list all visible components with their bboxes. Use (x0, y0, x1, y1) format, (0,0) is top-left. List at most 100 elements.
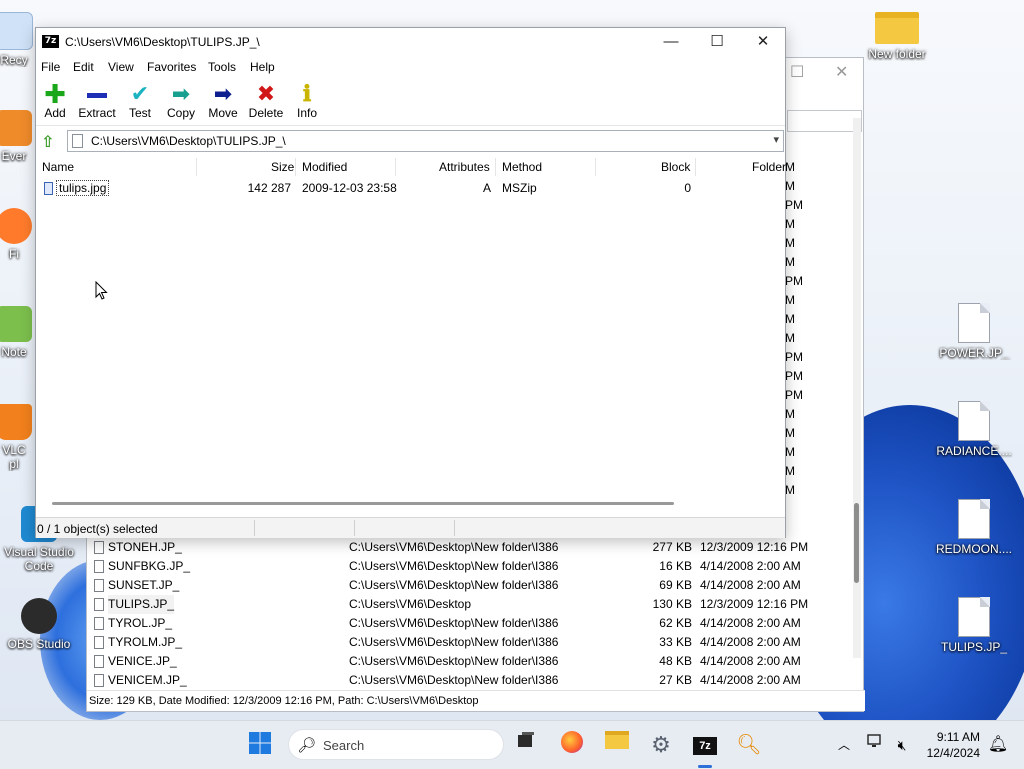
everything-icon (0, 110, 32, 146)
scrollbar-thumb[interactable] (854, 503, 859, 583)
desktop-icon-radiance[interactable]: RADIANCE.... (932, 401, 1016, 458)
col-block[interactable]: Block (661, 160, 690, 174)
address-text: C:\Users\VM6\Desktop\TULIPS.JP_\ (91, 134, 286, 148)
menu-favorites[interactable]: Favorites (147, 60, 196, 74)
volume-button[interactable]: 🔇︎ (888, 731, 916, 759)
test-button[interactable]: ✔ Test (126, 82, 154, 121)
title-bar[interactable]: 7z C:\Users\VM6\Desktop\TULIPS.JP_\ — ☐ … (36, 28, 785, 56)
chevron-down-icon[interactable]: ▾ (773, 133, 779, 146)
close-icon[interactable]: ✕ (835, 62, 848, 82)
menu-help[interactable]: Help (250, 60, 275, 74)
file-name: SUNSET.JP_ (108, 578, 180, 592)
file-path: C:\Users\VM6\Desktop\New folder\I386 (349, 616, 559, 630)
file-size: 33 KB (659, 635, 692, 649)
explorer-scrollbar[interactable] (853, 118, 861, 658)
move-button[interactable]: ➡ Move (206, 82, 240, 121)
sevenzip-icon: 7z (693, 737, 717, 755)
desktop-icon-power[interactable]: POWER.JP_ (932, 303, 1016, 360)
search-placeholder: Search (323, 738, 365, 753)
desktop-icon-redmoon[interactable]: REDMOON.... (932, 499, 1016, 556)
toolbar: ✚ Add Extract ✔ Test ➡ Copy ➡ Move ✖ Del… (36, 79, 785, 126)
col-size[interactable]: Size (271, 160, 294, 174)
file-icon (94, 655, 104, 668)
info-button[interactable]: ℹ Info (294, 82, 320, 120)
table-row[interactable]: SUNFBKG.JP_ C:\Users\VM6\Desktop\New fold… (87, 557, 847, 576)
table-row[interactable]: TYROL.JP_ C:\Users\VM6\Desktop\New folder… (87, 614, 847, 633)
folder-icon (605, 731, 629, 749)
search-app-taskbar-button[interactable]: 🔍︎ (735, 731, 763, 759)
show-hidden-icons-button[interactable]: ︿ (830, 731, 858, 759)
table-row[interactable]: VENICE.JP_ C:\Users\VM6\Desktop\New folde… (87, 652, 847, 671)
explorer-search-box[interactable] (787, 110, 862, 132)
file-explorer-taskbar-button[interactable] (603, 731, 631, 759)
extract-button[interactable]: Extract (78, 82, 116, 120)
settings-taskbar-button[interactable]: ⚙ (647, 731, 675, 759)
table-row[interactable]: VENICEM.JP_ C:\Users\VM6\Desktop\New fold… (87, 671, 847, 690)
col-modified[interactable]: Modified (302, 160, 347, 174)
firefox-taskbar-button[interactable] (558, 731, 586, 759)
col-name[interactable]: Name (42, 160, 74, 174)
close-button[interactable]: ✕ (740, 28, 786, 56)
sevenzip-taskbar-button[interactable]: 7z (691, 731, 719, 759)
maximize-button[interactable]: ☐ (694, 28, 740, 56)
file-size: 48 KB (659, 654, 692, 668)
minimize-button[interactable]: — (648, 28, 694, 56)
add-button[interactable]: ✚ Add (40, 79, 70, 120)
file-icon (94, 560, 104, 573)
network-button[interactable] (862, 731, 890, 759)
file-date: 4/14/2008 2:00 AM (700, 635, 801, 649)
menu-edit[interactable]: Edit (73, 60, 94, 74)
start-button[interactable] (246, 731, 274, 759)
address-bar: ⇧ C:\Users\VM6\Desktop\TULIPS.JP_\ ▾ (36, 129, 785, 153)
window-title: C:\Users\VM6\Desktop\TULIPS.JP_\ (65, 35, 260, 49)
network-icon (867, 734, 881, 747)
file-row[interactable]: tulips.jpg 142 287 2009-12-03 23:58 A MS… (36, 180, 785, 198)
file-icon (958, 303, 990, 343)
file-date: 4/14/2008 2:00 AM (700, 616, 801, 630)
file-size: 142 287 (247, 181, 291, 195)
task-view-button[interactable] (512, 731, 540, 759)
desktop-icon-new-folder[interactable]: New folder (855, 12, 939, 61)
desktop-icon-obs[interactable]: OBS Studio (0, 598, 81, 651)
menu-file[interactable]: File (41, 60, 60, 74)
bell-icon: 🔔︎ (987, 736, 1009, 753)
address-combo[interactable]: C:\Users\VM6\Desktop\TULIPS.JP_\ ▾ (67, 130, 784, 152)
col-attributes[interactable]: Attributes (439, 160, 490, 174)
image-file-icon (44, 182, 53, 195)
file-path: C:\Users\VM6\Desktop\New folder\I386 (349, 635, 559, 649)
maximize-icon[interactable]: ☐ (790, 62, 804, 82)
table-row[interactable]: SUNSET.JP_ C:\Users\VM6\Desktop\New folde… (87, 576, 847, 595)
file-icon (958, 499, 990, 539)
file-path: C:\Users\VM6\Desktop (349, 597, 472, 611)
desktop-icon-tulips[interactable]: TULIPS.JP_ (932, 597, 1016, 654)
horizontal-scrollbar[interactable] (52, 502, 674, 505)
copy-arrow-icon: ➡ (171, 81, 191, 106)
col-method[interactable]: Method (502, 160, 542, 174)
up-folder-icon[interactable]: ⇧ (41, 132, 54, 152)
copy-button[interactable]: ➡ Copy (165, 81, 197, 121)
sevenzip-window: 7z C:\Users\VM6\Desktop\TULIPS.JP_\ — ☐ … (35, 27, 786, 538)
info-icon: ℹ (302, 81, 312, 107)
explorer-status-bar: Size: 129 KB, Date Modified: 12/3/2009 1… (87, 690, 865, 711)
notifications-button[interactable]: 🔔︎ (984, 731, 1012, 759)
col-folders[interactable]: Folder (752, 160, 786, 174)
list-header: Name Size Modified Attributes Method Blo… (36, 156, 786, 178)
delete-x-icon: ✖ (256, 81, 276, 106)
file-date: 12/3/2009 12:16 PM (700, 597, 809, 611)
table-row[interactable]: TULIPS.JP_ C:\Users\VM6\Desktop 130 KB 12/3… (87, 595, 847, 614)
menu-view[interactable]: View (108, 60, 134, 74)
clock[interactable]: 9:11 AM 12/4/2024 (927, 729, 980, 761)
gear-icon: ⚙ (651, 732, 671, 757)
table-row[interactable]: STONEH.JP_ C:\Users\VM6\Desktop\New folde… (87, 538, 847, 557)
clock-date: 12/4/2024 (926, 746, 980, 760)
file-name: tulips.jpg (56, 180, 110, 196)
recycle-bin-icon (0, 12, 33, 50)
volume-muted-icon: 🔇︎ (897, 737, 907, 753)
delete-button[interactable]: ✖ Delete (247, 81, 285, 121)
file-date: 4/14/2008 2:00 AM (700, 673, 801, 687)
taskbar-search[interactable]: 🔎︎ Search (288, 729, 504, 760)
plus-icon: ✚ (44, 79, 66, 109)
file-icon (94, 598, 104, 611)
table-row[interactable]: TYROLM.JP_ C:\Users\VM6\Desktop\New folde… (87, 633, 847, 652)
menu-tools[interactable]: Tools (208, 60, 236, 74)
